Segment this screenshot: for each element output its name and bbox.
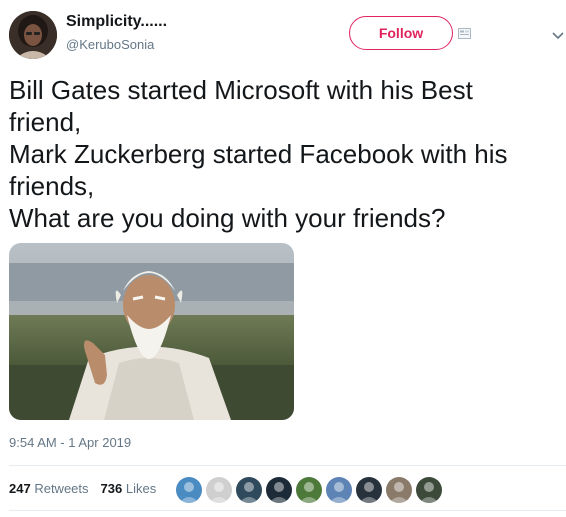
- author-handle[interactable]: @KeruboSonia: [66, 36, 167, 54]
- retweets-stat[interactable]: 247 Retweets: [9, 481, 89, 496]
- liker-avatar-icon: [329, 482, 349, 503]
- divider: [9, 510, 566, 511]
- liker-avatar[interactable]: [416, 477, 442, 503]
- user-avatar-icon: [9, 11, 57, 59]
- tweet-stats: 247 Retweets 736 Likes: [9, 481, 156, 496]
- author-display-name[interactable]: Simplicity......: [66, 12, 167, 32]
- likes-count: 736: [100, 481, 123, 496]
- tweet-media-photo[interactable]: [9, 243, 294, 420]
- liker-avatar[interactable]: [206, 477, 232, 503]
- photo-old-master-meme-icon: [9, 243, 294, 420]
- liker-avatars: [176, 477, 442, 503]
- author-info[interactable]: Simplicity...... @KeruboSonia: [66, 12, 167, 54]
- author-avatar[interactable]: [9, 11, 57, 59]
- tweet-text-line: Mark Zuckerberg started Facebook with hi…: [9, 139, 508, 169]
- likes-stat[interactable]: 736 Likes: [101, 481, 157, 496]
- liker-avatar-icon: [419, 482, 439, 503]
- tweet-text-line: friend,: [9, 107, 82, 137]
- retweets-count: 247: [9, 481, 31, 496]
- liker-avatar-icon: [209, 482, 229, 503]
- tweet-timestamp[interactable]: 9:54 AM - 1 Apr 2019: [9, 435, 131, 450]
- tweet-text: Bill Gates started Microsoft with his Be…: [9, 74, 554, 234]
- liker-avatar[interactable]: [296, 477, 322, 503]
- tweet-card: Simplicity...... @KeruboSonia Follow Bil…: [0, 0, 566, 517]
- liker-avatar[interactable]: [386, 477, 412, 503]
- translate-badge-icon: [458, 28, 471, 39]
- follow-button[interactable]: Follow: [349, 16, 453, 50]
- liker-avatar[interactable]: [356, 477, 382, 503]
- likes-label: Likes: [125, 481, 157, 496]
- liker-avatar-icon: [389, 482, 409, 503]
- liker-avatar-icon: [269, 482, 289, 503]
- retweets-label: Retweets: [34, 481, 89, 496]
- liker-avatar[interactable]: [176, 477, 202, 503]
- chevron-down-icon[interactable]: [552, 32, 564, 40]
- tweet-text-line: What are you doing with your friends?: [9, 203, 446, 233]
- tweet-text-line: friends,: [9, 171, 95, 201]
- liker-avatar[interactable]: [266, 477, 292, 503]
- liker-avatar-icon: [239, 482, 259, 503]
- divider: [9, 465, 566, 466]
- liker-avatar-icon: [179, 482, 199, 503]
- liker-avatar-icon: [299, 482, 319, 503]
- liker-avatar[interactable]: [326, 477, 352, 503]
- liker-avatar-icon: [359, 482, 379, 503]
- tweet-text-line: Bill Gates started Microsoft with his Be…: [9, 75, 473, 105]
- liker-avatar[interactable]: [236, 477, 262, 503]
